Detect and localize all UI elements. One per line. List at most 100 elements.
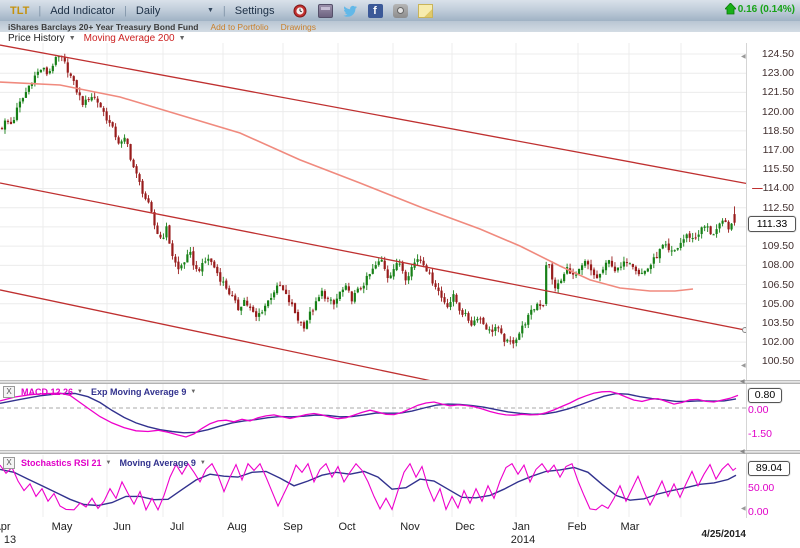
candle-body bbox=[121, 141, 123, 143]
facebook-icon[interactable]: f bbox=[368, 4, 383, 18]
macd-signal-line[interactable] bbox=[0, 393, 736, 432]
camera-icon[interactable] bbox=[393, 4, 408, 18]
candle-body bbox=[279, 285, 281, 286]
candle-body bbox=[626, 262, 628, 263]
twitter-icon[interactable] bbox=[343, 4, 358, 18]
macd-label-dropdown[interactable]: MACD 12 26 bbox=[21, 387, 73, 397]
candle-body bbox=[425, 265, 427, 271]
panel-splitter[interactable]: ◀ bbox=[0, 380, 800, 384]
upper-channel-trendline[interactable] bbox=[0, 45, 746, 183]
sticky-note-icon[interactable] bbox=[418, 4, 433, 18]
moving-average-200-dropdown[interactable]: Moving Average 200 ▼ bbox=[84, 33, 186, 44]
macd-tick-label: -1.50 bbox=[748, 428, 788, 440]
candle-body bbox=[55, 57, 57, 65]
candle-body bbox=[267, 300, 269, 306]
candle-body bbox=[351, 292, 353, 302]
candle-body bbox=[141, 181, 143, 194]
candle-body bbox=[590, 264, 592, 270]
candle-body bbox=[225, 281, 227, 289]
price-tick-label: 109.50 bbox=[748, 240, 794, 252]
price-chart-canvas[interactable] bbox=[0, 43, 746, 380]
candle-body bbox=[533, 309, 535, 310]
panel-splitter[interactable]: ◀ bbox=[0, 450, 800, 454]
candle-body bbox=[482, 318, 484, 324]
candle-body bbox=[581, 265, 583, 270]
subheader: iShares Barclays 20+ Year Treasury Bond … bbox=[0, 21, 800, 32]
price-tick-label: 123.00 bbox=[748, 67, 794, 79]
toolbar: TLT | Add Indicator | Daily ▼ | Settings… bbox=[0, 0, 800, 21]
candle-body bbox=[7, 121, 9, 122]
candle-body bbox=[70, 74, 72, 76]
candle-body bbox=[43, 68, 45, 70]
candle-body bbox=[159, 235, 161, 238]
timeframe-dropdown[interactable]: Daily ▼ bbox=[136, 5, 214, 17]
candle-body bbox=[100, 103, 102, 108]
candle-body bbox=[710, 226, 712, 234]
stoch-label-dropdown[interactable]: Stochastics RSI 21 bbox=[21, 458, 102, 468]
alarm-clock-icon[interactable] bbox=[293, 4, 308, 18]
candle-body bbox=[234, 296, 236, 301]
price-history-dropdown[interactable]: Price History ▼ bbox=[8, 33, 76, 44]
close-stoch-button[interactable]: X bbox=[3, 457, 15, 469]
gutter-arrow-icon: ◀ bbox=[741, 53, 746, 60]
candle-body bbox=[112, 122, 114, 126]
drawings-link[interactable]: Drawings bbox=[281, 22, 316, 32]
settings-button[interactable]: Settings bbox=[235, 5, 275, 17]
add-indicator-button[interactable]: Add Indicator bbox=[50, 5, 115, 17]
candle-body bbox=[542, 305, 544, 306]
candle-body bbox=[563, 274, 565, 281]
collapse-arrow-icon[interactable]: ◀ bbox=[740, 450, 745, 454]
candle-body bbox=[730, 224, 732, 230]
year-label: 2014 bbox=[511, 534, 535, 546]
candle-body bbox=[695, 237, 697, 238]
candle-body bbox=[4, 121, 6, 130]
candle-body bbox=[28, 86, 30, 92]
candle-body bbox=[115, 127, 117, 138]
candle-body bbox=[264, 306, 266, 311]
candle-body bbox=[37, 72, 39, 75]
candle-body bbox=[228, 288, 230, 294]
candle-body bbox=[219, 272, 221, 282]
stoch-value-badge: 89.04 bbox=[748, 461, 790, 476]
candle-body bbox=[186, 254, 188, 262]
candle-body bbox=[518, 334, 520, 340]
candle-body bbox=[13, 120, 15, 123]
close-macd-button[interactable]: X bbox=[3, 386, 15, 398]
candle-body bbox=[602, 270, 604, 273]
candle-body bbox=[506, 340, 508, 342]
candle-body bbox=[641, 273, 643, 274]
price-tick-label: 124.50 bbox=[748, 48, 794, 60]
symbol-label[interactable]: TLT bbox=[10, 5, 29, 17]
candle-body bbox=[554, 280, 556, 289]
candle-body bbox=[724, 220, 726, 222]
candle-body bbox=[721, 221, 723, 224]
middle-channel-trendline[interactable] bbox=[0, 183, 745, 330]
price-tick-label: —114.00 bbox=[748, 182, 794, 194]
candle-body bbox=[210, 258, 212, 261]
timeframe-value: Daily bbox=[136, 5, 160, 17]
collapse-arrow-icon[interactable]: ◀ bbox=[740, 380, 745, 384]
candle-body bbox=[659, 249, 661, 258]
candle-body bbox=[348, 286, 350, 290]
chevron-down-icon: ▼ bbox=[179, 35, 186, 42]
year-label: 13 bbox=[4, 534, 16, 546]
candle-body bbox=[222, 282, 224, 283]
add-to-portfolio-link[interactable]: Add to Portfolio bbox=[210, 22, 268, 32]
candle-body bbox=[611, 261, 613, 267]
macd-signal-label-dropdown[interactable]: Exp Moving Average 9 bbox=[91, 387, 186, 397]
candle-body bbox=[312, 310, 314, 311]
candle-body bbox=[605, 263, 607, 271]
stoch-panel-header: X Stochastics RSI 21 ▼ Moving Average 9 … bbox=[3, 457, 206, 469]
cube-icon[interactable] bbox=[318, 4, 333, 18]
candle-body bbox=[297, 312, 299, 321]
candle-body bbox=[294, 303, 296, 313]
candle-body bbox=[270, 298, 272, 300]
candle-body bbox=[276, 286, 278, 294]
candle-body bbox=[647, 269, 649, 272]
candle-body bbox=[156, 226, 158, 234]
candle-body bbox=[461, 310, 463, 315]
candle-body bbox=[183, 262, 185, 264]
chevron-down-icon: ▼ bbox=[207, 7, 214, 14]
candle-body bbox=[587, 261, 589, 264]
stoch-ma-label-dropdown[interactable]: Moving Average 9 bbox=[120, 458, 196, 468]
